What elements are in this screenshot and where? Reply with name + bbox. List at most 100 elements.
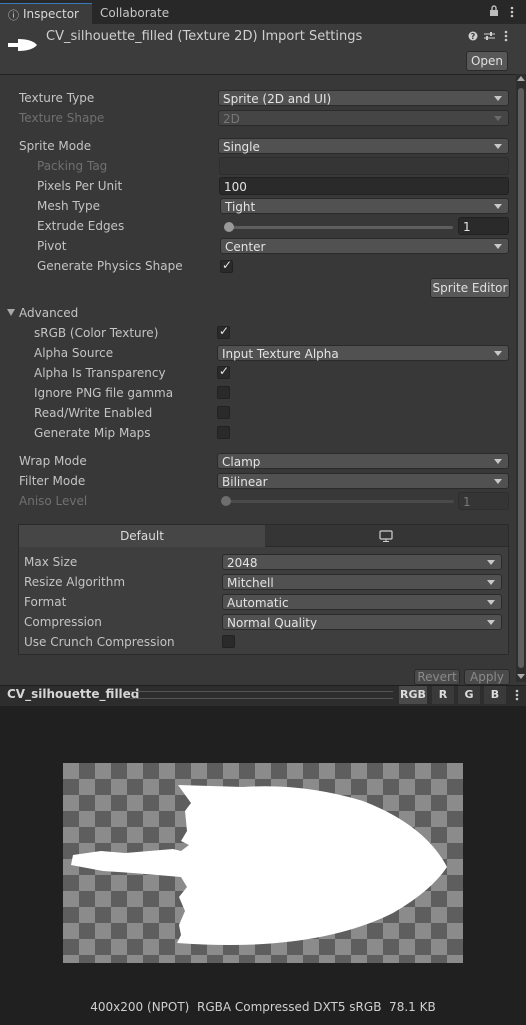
- wrap-mode-dropdown[interactable]: Clamp: [217, 453, 509, 469]
- texture-shape-label: Texture Shape: [19, 111, 105, 125]
- filter-mode-dropdown[interactable]: Bilinear: [217, 473, 509, 489]
- format-value: Automatic: [227, 596, 289, 610]
- ignore-png-gamma-checkbox[interactable]: ✓: [217, 386, 230, 399]
- channel-g-button[interactable]: G: [458, 686, 480, 704]
- aniso-level-slider-track: [221, 500, 454, 503]
- mip-maps-checkbox[interactable]: ✓: [217, 426, 230, 439]
- scrollbar-thumb[interactable]: [518, 88, 524, 668]
- sprite-mode-label: Sprite Mode: [19, 139, 92, 153]
- header-more-icon[interactable]: [504, 30, 508, 42]
- pixels-per-unit-field[interactable]: 100: [219, 177, 509, 195]
- alpha-source-dropdown[interactable]: Input Texture Alpha: [217, 345, 509, 361]
- extrude-edges-label: Extrude Edges: [37, 219, 125, 233]
- preview-more-icon[interactable]: [515, 689, 519, 701]
- format-label: Format: [24, 595, 67, 609]
- compression-label: Compression: [24, 615, 102, 629]
- texture-shape-dropdown: 2D: [218, 110, 509, 126]
- silhouette-shape: [71, 785, 447, 945]
- foldout-arrow-icon[interactable]: [7, 309, 15, 316]
- sprite-mode-dropdown[interactable]: Single: [218, 138, 509, 154]
- sprite-mode-value: Single: [223, 140, 260, 154]
- format-dropdown[interactable]: Automatic: [222, 594, 502, 610]
- aniso-level-label: Aniso Level: [19, 494, 88, 508]
- alpha-source-value: Input Texture Alpha: [222, 347, 339, 361]
- channel-r-button[interactable]: R: [432, 686, 454, 704]
- packing-tag-field: [219, 157, 509, 175]
- preview-resize-handle[interactable]: [130, 691, 393, 699]
- preset-icon[interactable]: [484, 30, 495, 40]
- resize-algorithm-label: Resize Algorithm: [24, 575, 126, 589]
- resize-algorithm-dropdown[interactable]: Mitchell: [222, 574, 502, 590]
- texture-type-value: Sprite (2D and UI): [223, 92, 332, 106]
- scroll-up-icon[interactable]: [517, 76, 525, 81]
- srgb-checkbox[interactable]: ✓: [217, 324, 230, 339]
- apply-button[interactable]: Apply: [464, 669, 510, 685]
- alpha-transparency-checkbox[interactable]: ✓: [217, 364, 230, 379]
- tab-inspector-label: Inspector: [23, 7, 79, 21]
- chevron-down-icon: [494, 144, 502, 149]
- tab-collaborate[interactable]: Collaborate: [100, 3, 169, 24]
- compression-value: Normal Quality: [227, 616, 318, 630]
- ignore-png-gamma-label: Ignore PNG file gamma: [34, 386, 174, 400]
- alpha-source-label: Alpha Source: [34, 346, 114, 360]
- crunch-checkbox[interactable]: ✓: [222, 635, 235, 648]
- crunch-label: Use Crunch Compression: [24, 635, 175, 649]
- wrap-mode-label: Wrap Mode: [19, 454, 87, 468]
- filter-mode-value: Bilinear: [222, 475, 268, 489]
- more-menu-icon[interactable]: [510, 6, 514, 18]
- chevron-down-icon: [487, 600, 495, 605]
- mip-maps-label: Generate Mip Maps: [34, 426, 151, 440]
- mesh-type-label: Mesh Type: [37, 199, 100, 213]
- mesh-type-value: Tight: [225, 200, 256, 214]
- svg-text:?: ?: [471, 32, 476, 41]
- page-title: CV_silhouette_filled (Texture 2D) Import…: [46, 29, 363, 44]
- chevron-down-icon: [494, 116, 502, 121]
- texture-shape-value: 2D: [223, 112, 240, 126]
- monitor-icon: [379, 530, 393, 542]
- tab-inspector[interactable]: ⓘ Inspector: [0, 3, 92, 25]
- mesh-type-dropdown[interactable]: Tight: [220, 198, 509, 214]
- chevron-down-icon: [487, 580, 495, 585]
- pivot-label: Pivot: [37, 239, 67, 253]
- generate-physics-checkbox[interactable]: ✓: [220, 258, 233, 273]
- texture-type-dropdown[interactable]: Sprite (2D and UI): [218, 90, 509, 106]
- generate-physics-label: Generate Physics Shape: [37, 259, 183, 273]
- aniso-level-slider-thumb: [221, 496, 231, 506]
- aniso-level-field: 1: [458, 492, 509, 510]
- revert-button[interactable]: Revert: [414, 669, 460, 685]
- help-icon[interactable]: ?: [468, 30, 478, 41]
- extrude-edges-slider-thumb[interactable]: [224, 222, 234, 232]
- channel-b-button[interactable]: B: [484, 686, 506, 704]
- texture-info: 400x200 (NPOT) RGBA Compressed DXT5 sRGB…: [90, 1000, 436, 1014]
- pixels-per-unit-label: Pixels Per Unit: [37, 179, 123, 193]
- texture-type-label: Texture Type: [19, 91, 95, 105]
- chevron-down-icon: [487, 560, 495, 565]
- read-write-label: Read/Write Enabled: [34, 406, 153, 420]
- chevron-down-icon: [494, 204, 502, 209]
- lock-icon[interactable]: [489, 5, 499, 17]
- chevron-down-icon: [494, 479, 502, 484]
- pivot-value: Center: [225, 240, 266, 254]
- resize-algorithm-value: Mitchell: [227, 576, 274, 590]
- sprite-editor-button[interactable]: Sprite Editor: [430, 278, 510, 298]
- packing-tag-label: Packing Tag: [37, 159, 108, 173]
- extrude-edges-field[interactable]: 1: [458, 217, 509, 235]
- texture-thumbnail-icon: [6, 36, 38, 54]
- extrude-edges-slider-track[interactable]: [224, 226, 453, 229]
- texture-preview-image: [63, 763, 463, 963]
- channel-rgb-button[interactable]: RGB: [399, 686, 427, 704]
- tab-standalone-platform[interactable]: [265, 525, 508, 547]
- chevron-down-icon: [494, 459, 502, 464]
- wrap-mode-value: Clamp: [222, 455, 261, 469]
- chevron-down-icon: [494, 96, 502, 101]
- max-size-dropdown[interactable]: 2048: [222, 554, 502, 570]
- tab-default-platform[interactable]: Default: [19, 525, 266, 547]
- pivot-dropdown[interactable]: Center: [220, 238, 509, 254]
- chevron-down-icon: [494, 351, 502, 356]
- read-write-checkbox[interactable]: ✓: [217, 406, 230, 419]
- inspector-icon: ⓘ: [8, 9, 19, 22]
- advanced-foldout[interactable]: Advanced: [19, 304, 78, 322]
- scroll-down-icon[interactable]: [517, 674, 525, 679]
- compression-dropdown[interactable]: Normal Quality: [222, 614, 502, 630]
- open-button[interactable]: Open: [466, 51, 508, 71]
